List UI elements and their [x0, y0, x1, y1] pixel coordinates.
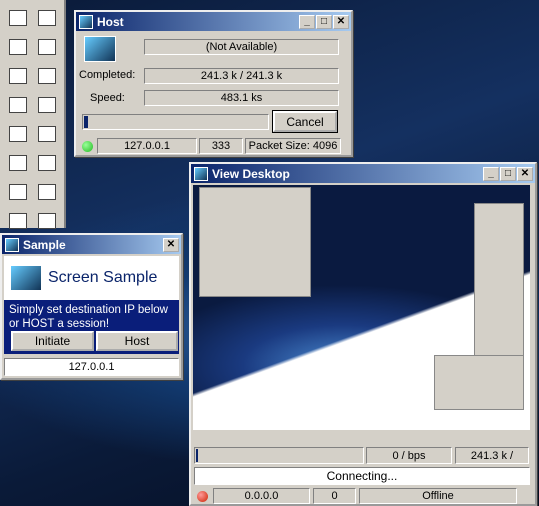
- status-led-icon: [82, 141, 93, 152]
- view-ip: 0.0.0.0: [213, 488, 310, 504]
- app-icon: [79, 14, 93, 29]
- maximize-button[interactable]: □: [500, 166, 516, 181]
- frame-icon[interactable]: [37, 67, 56, 84]
- sample-title: Sample: [23, 237, 66, 252]
- chart-icon[interactable]: [8, 183, 27, 200]
- view-title: View Desktop: [212, 166, 290, 181]
- sample-heading: Screen Sample: [48, 269, 158, 286]
- remote-desktop-view[interactable]: [193, 185, 530, 441]
- host-status-field: (Not Available): [144, 39, 339, 55]
- tabs-icon[interactable]: [37, 154, 56, 171]
- online-state: Offline: [359, 488, 517, 504]
- computers-icon: [84, 36, 116, 62]
- destination-ip-input[interactable]: 127.0.0.1: [4, 358, 179, 376]
- minimize-button[interactable]: _: [299, 14, 315, 29]
- initiate-button[interactable]: Initiate: [11, 331, 94, 351]
- packet-size: Packet Size: 4096: [245, 138, 341, 154]
- host-ip: 127.0.0.1: [97, 138, 197, 154]
- component-toolbar: [0, 0, 66, 229]
- ole-icon[interactable]: [8, 67, 27, 84]
- host-title: Host: [97, 14, 124, 29]
- host-port: 333: [199, 138, 243, 154]
- sample-message: Simply set destination IP below or HOST …: [9, 304, 168, 330]
- list-icon[interactable]: [37, 38, 56, 55]
- host-button[interactable]: Host: [96, 331, 178, 351]
- speed-label: Speed:: [90, 92, 125, 104]
- minimize-button[interactable]: _: [483, 166, 499, 181]
- close-button[interactable]: ✕: [163, 237, 179, 252]
- transfer-size: 241.3 k /: [455, 447, 529, 464]
- speed-field: 483.1 ks: [144, 90, 339, 106]
- sample-title-bar[interactable]: Sample ✕: [2, 235, 181, 254]
- computers-icon: [10, 265, 42, 291]
- matrix-icon[interactable]: [8, 154, 27, 171]
- tree-icon[interactable]: [37, 125, 56, 142]
- completed-field: 241.3 k / 241.3 k: [144, 68, 339, 84]
- connection-status: Connecting...: [194, 467, 530, 485]
- host-title-bar[interactable]: Host _ □ ✕: [76, 12, 351, 31]
- view-desktop-window: View Desktop _ □ ✕ 0 / bps 241.3 k / Conne…: [189, 162, 537, 506]
- host-progress-bar: [82, 114, 269, 130]
- line-icon[interactable]: [37, 9, 56, 26]
- maximize-button[interactable]: □: [316, 14, 332, 29]
- app-icon: [5, 237, 19, 252]
- view-progress-bar: [194, 447, 364, 464]
- image-icon[interactable]: [8, 38, 27, 55]
- view-title-bar[interactable]: View Desktop _ □ ✕: [191, 164, 535, 183]
- form-icon[interactable]: [37, 183, 56, 200]
- computer-icon[interactable]: [8, 212, 27, 229]
- transfer-rate: 0 / bps: [366, 447, 452, 464]
- close-button[interactable]: ✕: [517, 166, 533, 181]
- view-port: 0: [313, 488, 356, 504]
- pointer-icon[interactable]: [8, 9, 27, 26]
- grid-icon[interactable]: [37, 96, 56, 113]
- dots-icon[interactable]: [8, 125, 27, 142]
- cancel-button[interactable]: Cancel: [272, 110, 338, 133]
- label-icon[interactable]: [8, 96, 27, 113]
- completed-label: Completed:: [79, 69, 136, 81]
- close-button[interactable]: ✕: [333, 14, 349, 29]
- status-led-icon: [197, 491, 208, 502]
- app-icon: [194, 166, 208, 181]
- sample-window: Sample ✕ Screen Sample Simply set destin…: [0, 233, 183, 380]
- host-window: Host _ □ ✕ (Not Available) Completed: 241.…: [74, 10, 353, 157]
- computers-icon[interactable]: [37, 212, 56, 229]
